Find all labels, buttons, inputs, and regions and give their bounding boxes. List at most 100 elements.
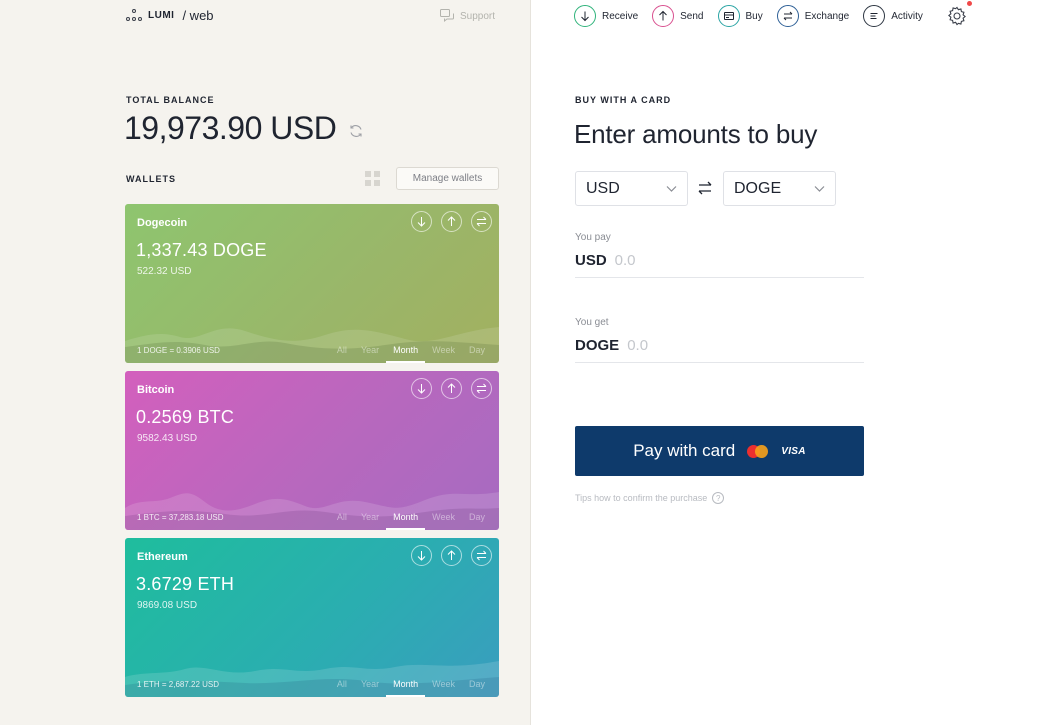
period-week[interactable]: Week (425, 679, 462, 689)
exchange-button[interactable] (471, 378, 492, 399)
buy-title: Enter amounts to buy (574, 119, 818, 149)
brand-name: LUMI (148, 10, 175, 21)
refresh-icon[interactable] (348, 123, 364, 139)
wallet-rate: 1 BTC = 37,283.18 USD (137, 513, 224, 522)
chevron-down-icon (666, 185, 677, 192)
nav-activity-label: Activity (891, 10, 923, 22)
manage-wallets-button[interactable]: Manage wallets (396, 167, 499, 190)
support-link[interactable]: Support (439, 8, 495, 24)
wallet-rate: 1 ETH = 2,687.22 USD (137, 680, 220, 689)
tips-link[interactable]: Tips how to confirm the purchase ? (575, 492, 725, 504)
arrow-down-icon (574, 5, 596, 27)
send-button[interactable] (441, 378, 462, 399)
wallet-actions (411, 378, 492, 399)
arrow-up-icon (447, 550, 456, 560)
wallet-usd-value: 522.32 USD (137, 266, 192, 277)
brand-section: / web (182, 8, 214, 23)
receive-button[interactable] (411, 378, 432, 399)
exchange-button[interactable] (471, 545, 492, 566)
period-month[interactable]: Month (386, 512, 426, 530)
you-get-label: You get (575, 317, 609, 328)
visa-icon: VISA (781, 445, 806, 457)
receive-button[interactable] (411, 545, 432, 566)
period-day[interactable]: Day (462, 512, 492, 522)
swap-icon (776, 5, 799, 27)
swap-icon (476, 550, 487, 561)
nav-exchange[interactable]: Exchange (776, 5, 850, 27)
nav-buy-label: Buy (745, 10, 763, 22)
from-currency-value: USD (586, 179, 620, 197)
notification-dot (967, 1, 972, 6)
chevron-down-icon (814, 185, 825, 192)
receive-button[interactable] (411, 211, 432, 232)
chat-icon (440, 9, 454, 23)
arrow-down-icon (417, 217, 426, 227)
swap-currencies-icon[interactable] (697, 180, 713, 196)
wallet-card-bitcoin[interactable]: Bitcoin 0.2569 BTC 9582.43 USD 1 BTC = 3… (125, 371, 499, 530)
period-day[interactable]: Day (462, 345, 492, 355)
total-balance: 19,973.90 USD (124, 110, 364, 147)
from-currency-select[interactable]: USD (575, 171, 688, 206)
period-year[interactable]: Year (354, 345, 386, 355)
swap-icon (476, 216, 487, 227)
wallet-name: Bitcoin (137, 384, 175, 396)
send-button[interactable] (441, 211, 462, 232)
period-all[interactable]: All (330, 345, 354, 355)
nav-send[interactable]: Send (652, 5, 704, 27)
nav-activity[interactable]: Activity (863, 5, 923, 27)
nav-buy[interactable]: Buy (717, 5, 763, 27)
wallet-amount: 0.2569 BTC (136, 407, 235, 427)
pay-currency: USD (575, 252, 607, 269)
card-icon (717, 5, 740, 27)
period-year[interactable]: Year (354, 512, 386, 522)
you-pay-label: You pay (575, 232, 611, 243)
period-year[interactable]: Year (354, 679, 386, 689)
wallet-card-ethereum[interactable]: Ethereum 3.6729 ETH 9869.08 USD 1 ETH = … (125, 538, 499, 697)
logo[interactable]: LUMI / web (126, 8, 214, 23)
wallets-pane: LUMI / web Support TOTAL BALANCE 19,973.… (0, 0, 531, 725)
wallet-usd-value: 9582.43 USD (137, 433, 198, 444)
arrow-down-icon (417, 384, 426, 394)
period-all[interactable]: All (330, 512, 354, 522)
arrow-up-icon (447, 216, 456, 226)
send-button[interactable] (441, 545, 462, 566)
wallet-amount: 3.6729 ETH (136, 574, 235, 594)
pay-with-card-button[interactable]: Pay with card VISA (575, 426, 864, 476)
period-all[interactable]: All (330, 679, 354, 689)
list-icon (863, 5, 886, 27)
buy-section-label: BUY WITH A CARD (575, 95, 672, 105)
wallet-card-dogecoin[interactable]: Dogecoin 1,337.43 DOGE 522.32 USD 1 DOGE… (125, 204, 499, 363)
tips-label: Tips how to confirm the purchase (575, 493, 708, 503)
pay-amount-input[interactable] (614, 252, 815, 269)
total-balance-label: TOTAL BALANCE (126, 95, 215, 105)
nav-exchange-label: Exchange (804, 10, 850, 22)
grid-view-icon[interactable] (365, 171, 380, 186)
wallet-actions (411, 545, 492, 566)
nav-receive-label: Receive (602, 10, 639, 22)
you-pay-field: USD (575, 252, 864, 278)
to-currency-select[interactable]: DOGE (723, 171, 836, 206)
gear-icon[interactable] (946, 5, 968, 27)
support-label: Support (460, 10, 496, 22)
get-currency: DOGE (575, 337, 620, 354)
period-month[interactable]: Month (386, 679, 426, 697)
period-month[interactable]: Month (386, 345, 426, 363)
wallets-label: WALLETS (126, 174, 176, 184)
period-week[interactable]: Week (425, 512, 462, 522)
help-icon: ? (712, 492, 725, 504)
get-amount-input[interactable] (627, 337, 828, 354)
nav-send-label: Send (680, 10, 704, 22)
nav-receive[interactable]: Receive (574, 5, 638, 27)
to-currency-value: DOGE (734, 179, 782, 197)
period-day[interactable]: Day (462, 679, 492, 689)
logo-icon (126, 8, 142, 23)
wallet-amount: 1,337.43 DOGE (136, 240, 267, 260)
wallet-rate: 1 DOGE = 0.3906 USD (137, 346, 220, 355)
exchange-button[interactable] (471, 211, 492, 232)
top-nav: Receive Send Buy Exchange Activity (574, 5, 937, 27)
swap-icon (476, 383, 487, 394)
period-week[interactable]: Week (425, 345, 462, 355)
period-selector: All Year Month Week Day (330, 679, 492, 697)
wallet-name: Ethereum (137, 551, 188, 563)
wallet-actions (411, 211, 492, 232)
